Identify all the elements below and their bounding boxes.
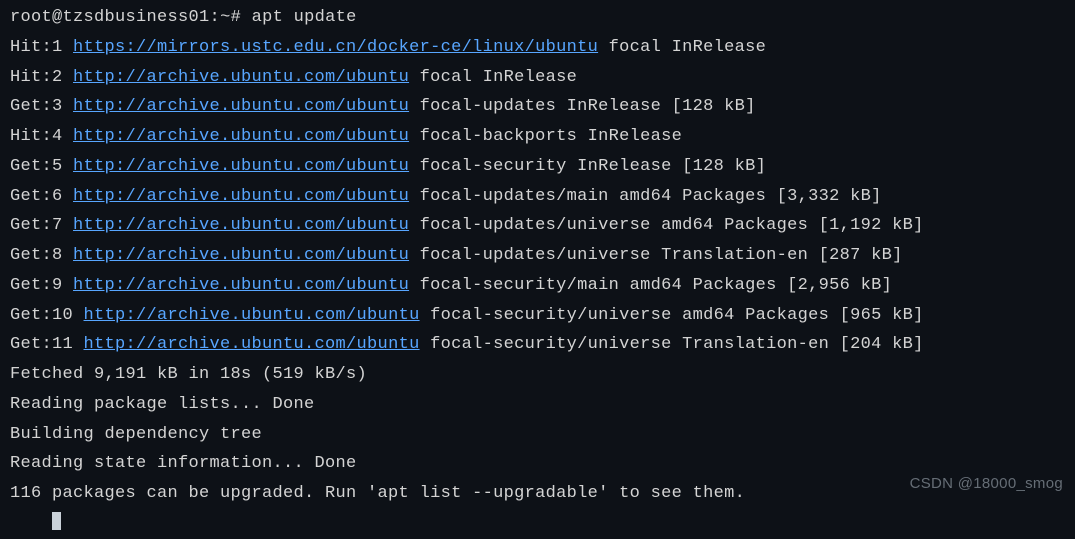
output-line: Get:7 http://archive.ubuntu.com/ubuntu f… <box>10 211 1065 241</box>
repo-link[interactable]: http://archive.ubuntu.com/ubuntu <box>73 276 409 295</box>
repo-link[interactable]: https://mirrors.ustc.edu.cn/docker-ce/li… <box>73 38 598 57</box>
prompt-user-host: root@tzsdbusiness01 <box>10 8 210 27</box>
output-line: Hit:1 https://mirrors.ustc.edu.cn/docker… <box>10 33 1065 63</box>
summary-line: Reading package lists... Done <box>10 390 1065 420</box>
prompt-line[interactable]: root@tzsdbusiness01:~# apt update <box>10 3 1065 33</box>
repo-link[interactable]: http://archive.ubuntu.com/ubuntu <box>73 68 409 87</box>
summary-line: Fetched 9,191 kB in 18s (519 kB/s) <box>10 360 1065 390</box>
output-line: Get:6 http://archive.ubuntu.com/ubuntu f… <box>10 182 1065 212</box>
repo-link[interactable]: http://archive.ubuntu.com/ubuntu <box>73 187 409 206</box>
command-text: apt update <box>252 8 357 27</box>
output-line: Hit:4 http://archive.ubuntu.com/ubuntu f… <box>10 122 1065 152</box>
output-line: Get:11 http://archive.ubuntu.com/ubuntu … <box>10 330 1065 360</box>
prompt-symbol: # <box>231 8 242 27</box>
repo-link[interactable]: http://archive.ubuntu.com/ubuntu <box>73 246 409 265</box>
repo-link[interactable]: http://archive.ubuntu.com/ubuntu <box>73 97 409 116</box>
summary-line: Building dependency tree <box>10 420 1065 450</box>
repo-link[interactable]: http://archive.ubuntu.com/ubuntu <box>73 157 409 176</box>
output-line: Get:3 http://archive.ubuntu.com/ubuntu f… <box>10 92 1065 122</box>
output-line: Hit:2 http://archive.ubuntu.com/ubuntu f… <box>10 63 1065 93</box>
prompt-line-2[interactable] <box>10 509 1065 539</box>
output-line: Get:8 http://archive.ubuntu.com/ubuntu f… <box>10 241 1065 271</box>
watermark-text: CSDN @18000_smog <box>910 471 1063 497</box>
output-line: Get:9 http://archive.ubuntu.com/ubuntu f… <box>10 271 1065 301</box>
output-line: Get:5 http://archive.ubuntu.com/ubuntu f… <box>10 152 1065 182</box>
repo-link[interactable]: http://archive.ubuntu.com/ubuntu <box>73 127 409 146</box>
summary-line: 116 packages can be upgraded. Run 'apt l… <box>10 479 1065 509</box>
output-line: Get:10 http://archive.ubuntu.com/ubuntu … <box>10 301 1065 331</box>
repo-link[interactable]: http://archive.ubuntu.com/ubuntu <box>84 335 420 354</box>
summary-line: Reading state information... Done <box>10 449 1065 479</box>
prompt-path: ~ <box>220 8 231 27</box>
repo-link[interactable]: http://archive.ubuntu.com/ubuntu <box>84 306 420 325</box>
repo-link[interactable]: http://archive.ubuntu.com/ubuntu <box>73 216 409 235</box>
